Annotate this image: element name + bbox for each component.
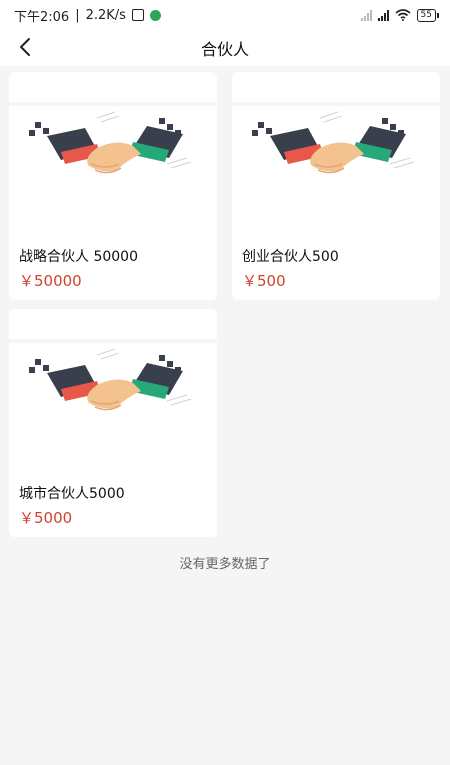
status-separator: | [75,7,80,23]
wifi-icon [395,9,411,21]
product-price: ￥5000 [19,509,73,527]
card-top-band [9,309,217,343]
status-bar: 下午2:06 | 2.2K/s 55 [0,0,450,30]
handshake-icon [17,345,213,435]
signal-icon [377,9,389,21]
chevron-left-icon[interactable] [14,35,38,59]
handshake-icon [240,108,436,198]
card-top-band [232,72,440,106]
product-card[interactable]: 战略合伙人 50000 ￥50000 [9,72,217,300]
status-right: 55 [360,8,440,22]
battery-level: 55 [420,9,432,20]
product-card[interactable]: 创业合伙人500 ￥500 [232,72,440,300]
product-title: 战略合伙人 50000 [19,249,138,265]
handshake-icon [17,108,213,198]
product-title: 城市合伙人5000 [19,486,125,502]
card-top-band [9,72,217,106]
status-time: 下午2:06 [14,9,70,25]
product-price: ￥500 [242,272,286,290]
nav-bar: 合伙人 [0,30,450,66]
network-speed: 2.2K/s [85,7,126,23]
status-left: 下午2:06 | 2.2K/s [14,6,161,25]
no-more-data-note: 没有更多数据了 [179,557,271,572]
product-title: 创业合伙人500 [242,249,339,265]
product-price: ￥50000 [19,272,82,290]
battery-icon: 55 [416,8,440,22]
app-badge-icon [149,9,161,21]
product-card[interactable]: 城市合伙人5000 ￥5000 [9,309,217,537]
signal-icon [360,9,372,21]
page-title: 合伙人 [200,40,249,59]
notification-icon [131,9,144,21]
